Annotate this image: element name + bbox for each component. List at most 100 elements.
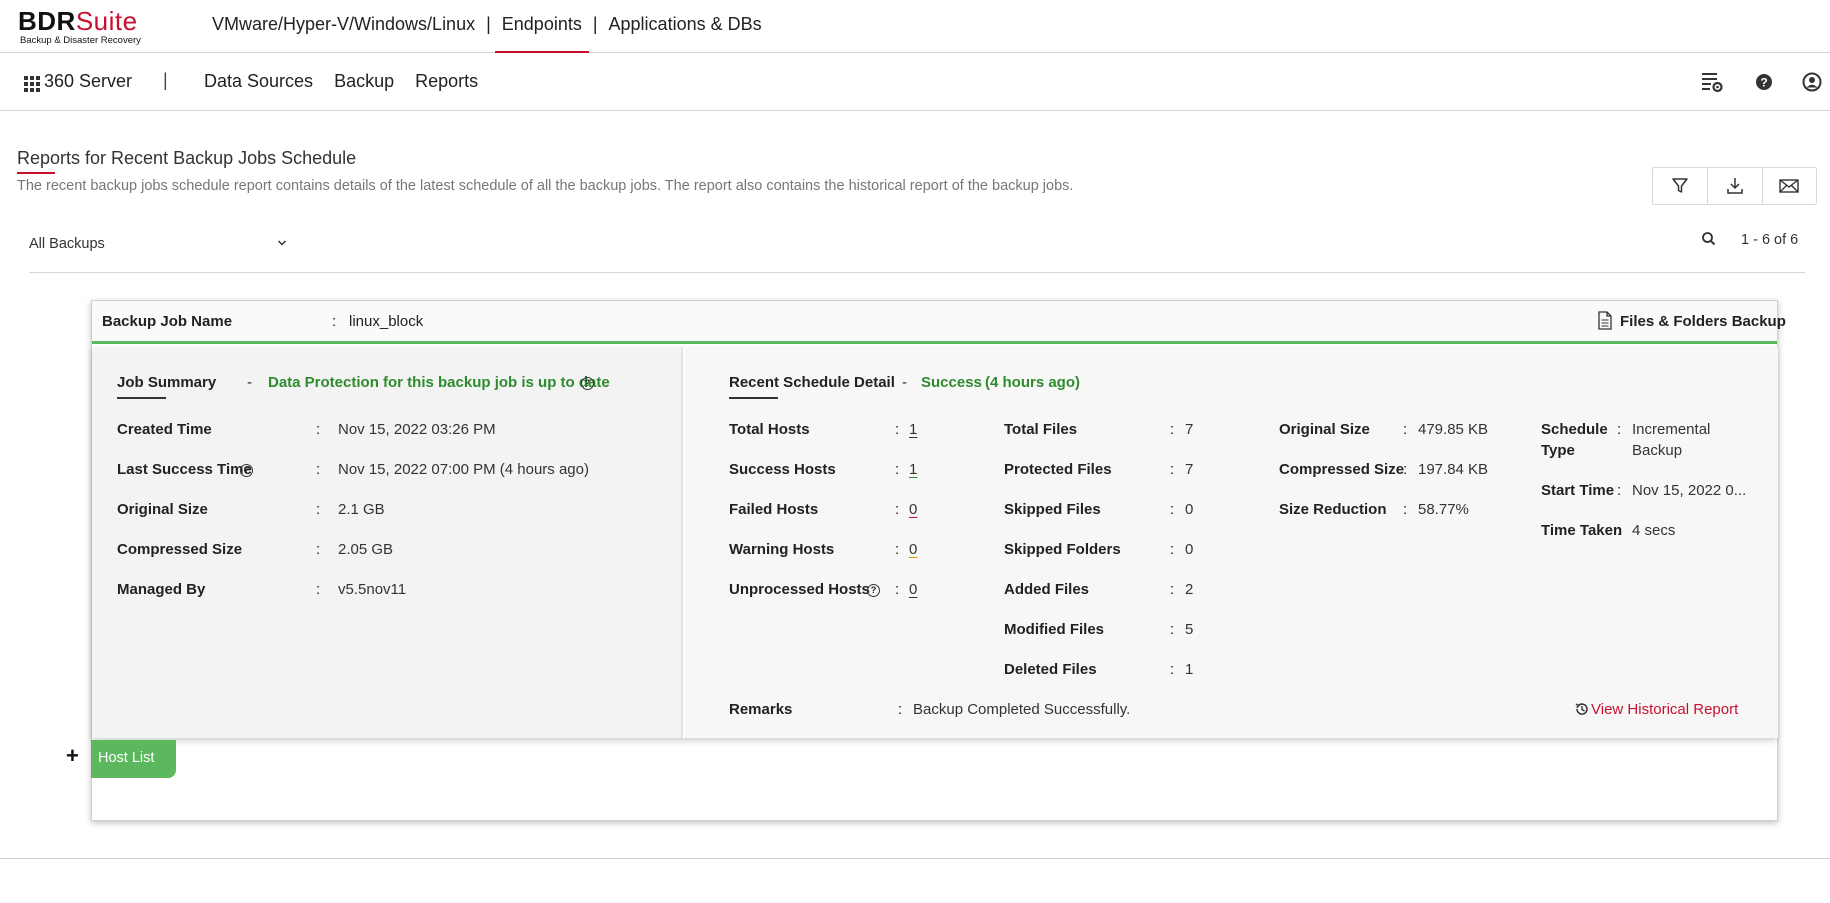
skipped-folders-label: Skipped Folders bbox=[1004, 541, 1121, 558]
help-icon[interactable]: ? bbox=[240, 461, 253, 479]
schedule-type-label-2: Type bbox=[1541, 442, 1575, 459]
created-time-label: Created Time bbox=[117, 421, 212, 438]
schedule-compressed-size-value: 197.84 KB bbox=[1418, 461, 1489, 478]
colon: : bbox=[1170, 501, 1175, 518]
schedule-status-ago: (4 hours ago) bbox=[985, 374, 1081, 391]
colon: : bbox=[1170, 661, 1175, 678]
failed-hosts-label: Failed Hosts bbox=[729, 501, 819, 518]
server-selector[interactable]: 360 Server bbox=[44, 71, 132, 92]
job-name-value: linux_block bbox=[349, 313, 424, 330]
backup-job-card: Backup Job Name : linux_block Files & Fo… bbox=[91, 300, 1786, 821]
job-name-label: Backup Job Name bbox=[102, 313, 233, 330]
search-icon[interactable] bbox=[1700, 230, 1718, 253]
schedule-detail-pane: Recent Schedule Detail - Success (4 hour… bbox=[685, 347, 1778, 738]
warning-hosts-link[interactable]: 0 bbox=[909, 541, 917, 558]
colon: : bbox=[895, 421, 900, 438]
success-hosts-link[interactable]: 1 bbox=[909, 461, 917, 478]
top-nav-endpoints[interactable]: Endpoints bbox=[494, 14, 589, 53]
chevron-down-icon[interactable] bbox=[276, 236, 288, 254]
total-hosts-link[interactable]: 1 bbox=[909, 421, 917, 438]
top-nav-applications[interactable]: Applications & DBs bbox=[602, 14, 769, 53]
skipped-files-label: Skipped Files bbox=[1004, 501, 1101, 518]
created-time-value: Nov 15, 2022 03:26 PM bbox=[338, 421, 496, 438]
schedule-detail-title: Recent Schedule Detail bbox=[729, 374, 895, 391]
help-icon[interactable]: ? bbox=[581, 374, 594, 392]
schedule-type-value: Incremental bbox=[1632, 421, 1711, 438]
colon: : bbox=[316, 581, 321, 598]
remarks-label: Remarks bbox=[729, 701, 793, 718]
colon: : bbox=[1403, 461, 1408, 478]
card-header: Backup Job Name : linux_block Files & Fo… bbox=[92, 301, 1786, 344]
divider bbox=[29, 272, 1805, 273]
size-reduction-label: Size Reduction bbox=[1279, 501, 1387, 518]
filter-icon[interactable] bbox=[1653, 168, 1707, 204]
unprocessed-hosts-link[interactable]: 0 bbox=[909, 581, 917, 598]
dash: - bbox=[902, 374, 907, 391]
colon: : bbox=[1170, 421, 1175, 438]
backup-type: Files & Folders Backup bbox=[1620, 313, 1786, 330]
colon: : bbox=[895, 541, 900, 558]
top-nav: VMware/Hyper-V/Windows/Linux | Endpoints… bbox=[205, 14, 769, 53]
host-list-tab[interactable]: Host List bbox=[91, 740, 176, 778]
skipped-files-value: 0 bbox=[1185, 501, 1194, 518]
colon: : bbox=[1617, 421, 1622, 438]
protected-files-value: 7 bbox=[1185, 461, 1194, 478]
deleted-files-value: 1 bbox=[1185, 661, 1194, 678]
time-taken-label: Time Taken bbox=[1541, 522, 1623, 539]
unprocessed-hosts-label: Unprocessed Hosts bbox=[729, 581, 870, 598]
help-icon[interactable]: ? bbox=[867, 581, 880, 599]
colon: : bbox=[1170, 541, 1175, 558]
start-time-value: Nov 15, 2022 0... bbox=[1632, 482, 1747, 499]
sub-nav-data-sources[interactable]: Data Sources bbox=[204, 71, 313, 92]
mail-icon[interactable] bbox=[1761, 168, 1816, 204]
schedule-compressed-size-label: Compressed Size bbox=[1279, 461, 1405, 478]
user-icon[interactable] bbox=[1800, 70, 1824, 94]
backup-filter-select[interactable]: All Backups bbox=[29, 236, 105, 252]
top-nav-vmware[interactable]: VMware/Hyper-V/Windows/Linux bbox=[205, 14, 482, 53]
last-success-time-label: Last Success Time bbox=[117, 461, 252, 478]
colon: : bbox=[1617, 482, 1622, 499]
deleted-files-label: Deleted Files bbox=[1004, 661, 1097, 678]
view-historical-report-link[interactable]: View Historical Report bbox=[1591, 701, 1738, 718]
remarks-value: Backup Completed Successfully. bbox=[913, 701, 1131, 718]
top-bar: BDRSuite Backup & Disaster Recovery VMwa… bbox=[0, 0, 1830, 53]
sub-nav: Data Sources Backup Reports bbox=[204, 71, 478, 92]
schedule-status: Success bbox=[921, 374, 982, 391]
colon: : bbox=[1170, 581, 1175, 598]
dash: - bbox=[247, 374, 252, 391]
section-underline bbox=[117, 397, 166, 399]
top-nav-separator: | bbox=[592, 14, 598, 34]
help-icon[interactable]: ? bbox=[1752, 70, 1776, 94]
report-settings-icon[interactable] bbox=[1700, 70, 1724, 94]
managed-by-label: Managed By bbox=[117, 581, 206, 598]
colon: : bbox=[895, 501, 900, 518]
start-time-label: Start Time bbox=[1541, 482, 1615, 499]
brand-name-bold: BDR bbox=[18, 6, 76, 36]
job-summary-title: Job Summary bbox=[117, 374, 217, 391]
history-icon[interactable] bbox=[1574, 701, 1590, 722]
time-taken-value: 4 secs bbox=[1632, 522, 1676, 539]
modified-files-label: Modified Files bbox=[1004, 621, 1105, 638]
failed-hosts-link[interactable]: 0 bbox=[909, 501, 917, 518]
colon: : bbox=[316, 421, 321, 438]
download-icon[interactable] bbox=[1707, 168, 1761, 204]
sub-nav-backup[interactable]: Backup bbox=[334, 71, 394, 92]
divider bbox=[0, 858, 1830, 859]
compressed-size-value: 2.05 GB bbox=[338, 541, 394, 558]
compressed-size-label: Compressed Size bbox=[117, 541, 243, 558]
colon: : bbox=[332, 313, 337, 330]
brand-name-rest: Suite bbox=[75, 6, 138, 36]
expand-host-list-icon[interactable]: + bbox=[66, 745, 79, 767]
sub-nav-reports[interactable]: Reports bbox=[415, 71, 478, 92]
job-summary-pane: Job Summary - Data Protection for this b… bbox=[92, 347, 683, 738]
added-files-value: 2 bbox=[1185, 581, 1194, 598]
page-title: Reports for Recent Backup Jobs Schedule bbox=[17, 148, 357, 168]
colon: : bbox=[316, 501, 321, 518]
report-actions bbox=[1652, 167, 1817, 205]
app-grid-icon[interactable] bbox=[24, 76, 40, 92]
colon: : bbox=[898, 701, 903, 718]
sub-nav-separator: | bbox=[163, 70, 168, 90]
last-success-time-value: Nov 15, 2022 07:00 PM (4 hours ago) bbox=[338, 461, 589, 478]
brand-logo[interactable]: BDRSuite Backup & Disaster Recovery bbox=[18, 8, 141, 46]
page-title-underline bbox=[17, 172, 55, 174]
